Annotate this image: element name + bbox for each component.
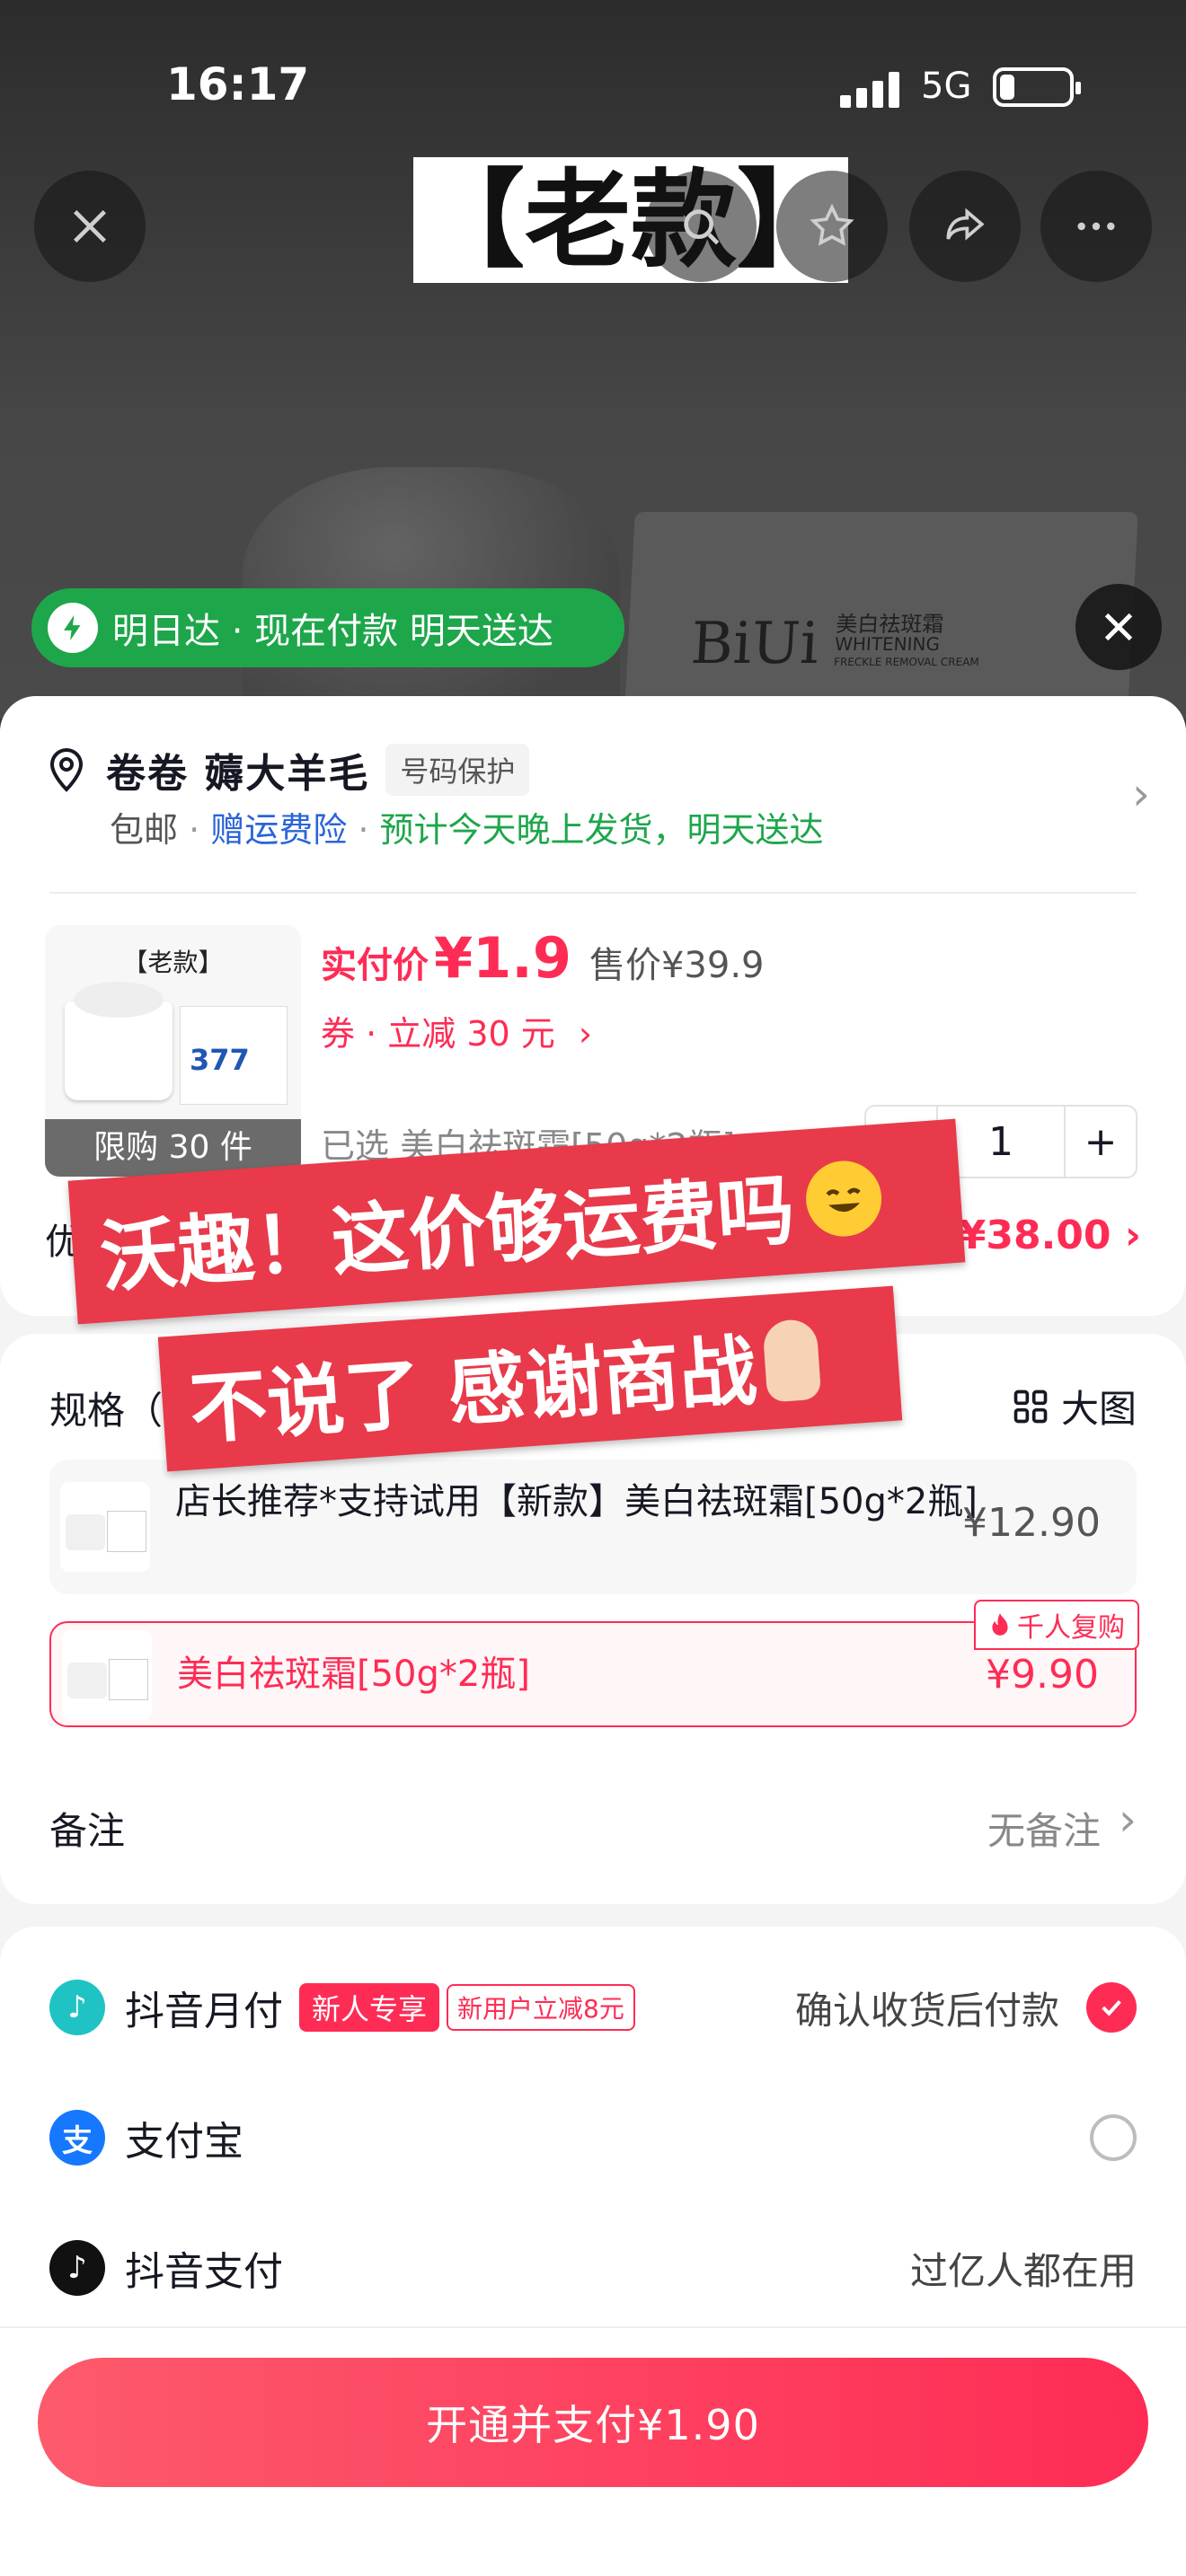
original-price: 售价¥39.9 [589,945,765,986]
spec-option-selected[interactable]: 美白祛斑霜[50g*2瓶] ¥9.90 千人复购 [49,1600,1139,1727]
big-image-label: 大图 [1060,1387,1137,1431]
chevron-right-icon: › [1119,1794,1137,1846]
pay-button[interactable]: 开通并支付¥1.90 [38,2358,1148,2487]
status-bar: 16:17 5G [0,0,1186,162]
flame-icon [992,1613,1008,1636]
close-icon [74,210,106,243]
option-label: 店长推荐*支持试用【新款】美白祛斑霜[50g*2瓶] [175,1481,978,1522]
battery-icon [993,67,1081,107]
insurance-link[interactable]: 赠运费险 [210,810,347,850]
checkmark-icon[interactable] [1086,1982,1137,2033]
box-image: 377 [180,1006,288,1105]
address-row[interactable]: 卷卷 薅大羊毛 号码保护 [45,741,530,798]
pay-method-name: 支付宝 [125,2119,243,2165]
repurchase-badge: 千人复购 [974,1600,1139,1650]
free-shipping-text: 包邮 [110,810,179,850]
coupon-text: 券 · 立减 30 元 [321,1014,555,1054]
brand-logo: BiUi [689,611,820,677]
spec-option[interactable]: 店长推荐*支持试用【新款】美白祛斑霜[50g*2瓶] ¥12.90 [49,1460,1137,1594]
search-button[interactable] [645,171,757,282]
lightning-icon [48,603,98,653]
pay-method-douyin-pay[interactable]: ♪ 抖音支付 过亿人都在用 [49,2232,1137,2304]
pay-method-note: 过亿人都在用 [909,2248,1137,2293]
note-value: 无备注 [987,1809,1101,1853]
close-page-button[interactable] [34,171,146,282]
shipping-info: 包邮 · 赠运费险 · 预计今天晚上发货，明天送达 [110,810,824,850]
location-pin-icon [49,748,84,792]
close-icon [1104,613,1133,641]
coupon-row[interactable]: 券 · 立减 30 元 › [321,1006,592,1055]
number-protect-badge: 号码保护 [385,744,530,796]
pay-method-name: 抖音支付 [125,2249,283,2295]
next-day-delivery-pill: 明日达 · 现在付款 明天送达 [31,588,624,667]
grid-icon [1013,1389,1048,1423]
delivery-estimate: 预计今天晚上发货，明天送达 [379,810,824,850]
pay-method-alipay[interactable]: 支 支付宝 [49,2102,1137,2174]
overlay-caption-text: 不说了 感谢商战 [187,1326,760,1455]
actual-price-label: 实付价 [321,945,429,986]
status-time: 16:17 [166,58,310,110]
checkout-sheet: 卷卷 薅大羊毛 号码保护 包邮 · 赠运费险 · 预计今天晚上发货，明天送达 ›… [0,696,1186,2576]
note-label: 备注 [49,1809,126,1853]
box-number: 377 [190,1043,250,1077]
divider [49,892,1137,894]
note-row[interactable]: 备注 无备注 › [49,1794,1137,1855]
heart-fingers-emoji-icon [762,1318,822,1403]
alipay-icon: 支 [49,2110,105,2166]
pay-later-text: 确认收货后付款 [794,1988,1059,2033]
product-thumbnail[interactable]: 【老款】 377 限购 30 件 [45,925,301,1177]
radio-icon [1090,2114,1137,2161]
box-text-en2: FRECKLE REMOVAL CREAM [833,656,980,668]
share-icon [946,207,985,241]
pay-method-radio[interactable] [1090,2114,1137,2161]
share-button[interactable] [909,171,1021,282]
pay-method-name: 抖音月付 [125,1989,283,2034]
more-icon [1077,222,1115,231]
douyin-icon: ♪ [49,2240,105,2296]
delivery-pill-text: 明日达 · 现在付款 明天送达 [112,611,553,652]
pay-method-note: 确认收货后付款 [795,1981,1137,2035]
repurchase-badge-text: 千人复购 [1017,1612,1125,1644]
recipient-name: 卷卷 薅大羊毛 [106,751,370,797]
option-price: ¥9.90 [986,1652,1099,1698]
actual-price-row: 实付价 ¥1.9 售价¥39.9 [321,925,765,991]
option-label: 美白祛斑霜[50g*2瓶] [177,1654,530,1695]
option-price: ¥12.90 [962,1500,1101,1546]
douyin-monthly-icon: ♪ [49,1980,105,2035]
pay-method-douyin-monthly[interactable]: ♪ 抖音月付 新人专享 新用户立减8元 确认收货后付款 [49,1972,1137,2043]
increase-button[interactable]: + [1064,1107,1136,1177]
signal-icon [840,72,903,108]
network-type: 5G [921,66,972,107]
laughing-emoji-icon [803,1158,884,1239]
chevron-right-icon[interactable]: › [1132,768,1150,820]
favorite-button[interactable] [776,171,888,282]
spec-title: 规格（ [49,1389,164,1433]
product-box-image: BiUi 美白祛斑霜 WHITENING FRECKLE REMOVAL CRE… [623,512,1138,719]
search-icon [684,209,720,245]
more-button[interactable] [1040,171,1152,282]
option-thumbnail [62,1630,152,1720]
big-image-toggle[interactable]: 大图 [1011,1379,1137,1434]
star-icon [810,203,854,246]
box-text-en: WHITENING [834,633,941,655]
actual-price: ¥1.9 [434,925,571,991]
close-sheet-button[interactable] [1075,584,1162,670]
option-thumbnail [60,1482,150,1572]
jar-image [65,982,173,1100]
newcomer-badge: 新人专享 [299,1983,440,2032]
discount-value: -¥38.00 › [942,1213,1141,1258]
chevron-right-icon: › [578,1014,593,1054]
new-user-discount-badge: 新用户立减8元 [447,1984,635,2031]
product-tag: 【老款】 [122,948,224,977]
